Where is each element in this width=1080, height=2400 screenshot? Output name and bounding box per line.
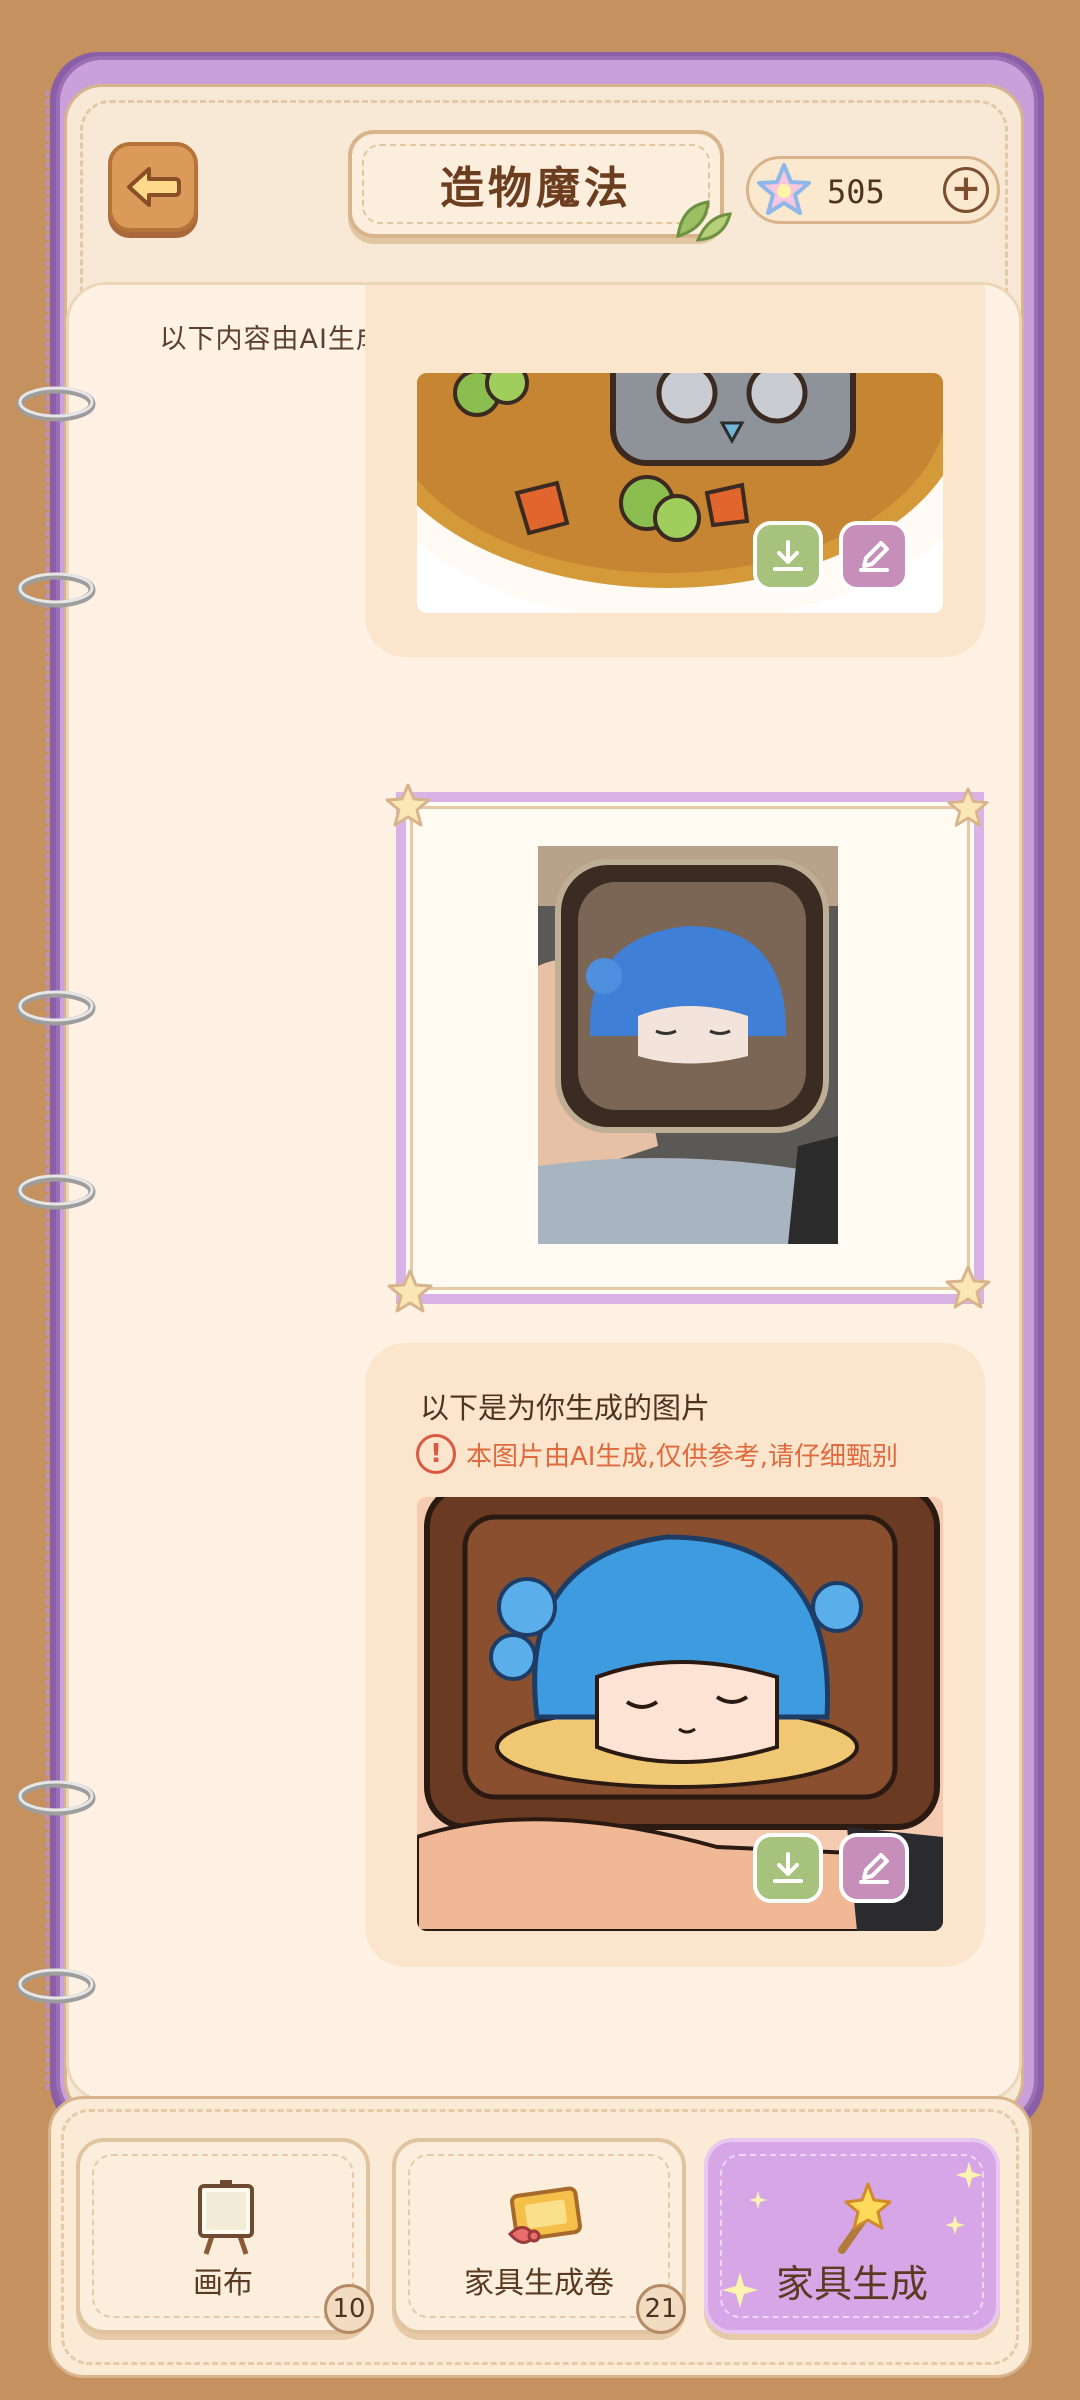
binder-ring [16, 1968, 96, 2004]
corner-star-icon [947, 787, 989, 827]
corner-star-icon [385, 783, 431, 827]
coin-counter: 505 + [746, 156, 1000, 224]
page-title: 造物魔法 [440, 163, 632, 214]
pencil-icon [859, 541, 889, 572]
download-icon [773, 1852, 803, 1883]
warning-text: 本图片由AI生成,仅供参考,请仔细甄别 [466, 1441, 898, 1472]
edit-button[interactable] [839, 1833, 909, 1903]
ai-warning: ! 本图片由AI生成,仅供参考,请仔细甄别 [416, 1434, 898, 1474]
title-plate: 造物魔法 [348, 130, 724, 238]
binder-ring [16, 572, 96, 608]
download-button[interactable] [753, 1833, 823, 1903]
coin-count: 505 [827, 173, 885, 211]
edit-button[interactable] [839, 521, 909, 591]
binder-ring [16, 1780, 96, 1816]
back-button[interactable] [108, 142, 198, 232]
back-arrow-icon [127, 167, 181, 207]
add-coins-button[interactable]: + [943, 167, 989, 213]
binder-ring [16, 1174, 96, 1210]
pencil-icon [859, 1853, 889, 1884]
binder-ring [16, 990, 96, 1026]
uploaded-photo-card [396, 792, 984, 1304]
rainbow-star-icon [757, 163, 811, 215]
tab-furniture-generate[interactable]: 家具生成 [704, 2138, 1000, 2334]
ticket-icon [507, 2186, 582, 2244]
magic-wand-icon [838, 2182, 892, 2254]
warning-icon: ! [416, 1434, 456, 1474]
tab-furniture-ticket-badge: 21 [636, 2284, 686, 2334]
binder-ring [16, 386, 96, 422]
corner-star-icon [945, 1265, 991, 1309]
result-title: 以下是为你生成的图片 [420, 1391, 711, 1425]
sparkle-icon [749, 2191, 767, 2209]
tab-canvas-badge: 10 [324, 2284, 374, 2334]
uploaded-photo[interactable] [538, 846, 838, 1244]
download-button[interactable] [753, 521, 823, 591]
easel-icon [198, 2180, 254, 2255]
corner-star-icon [387, 1269, 433, 1313]
sparkle-icon [945, 2215, 965, 2235]
tab-furniture-generate-label: 家具生成 [775, 2262, 928, 2306]
leaf-icon [676, 200, 732, 242]
sparkle-icon [955, 2161, 983, 2189]
download-icon [773, 540, 803, 571]
tab-canvas-label: 画布 [193, 2266, 253, 2301]
